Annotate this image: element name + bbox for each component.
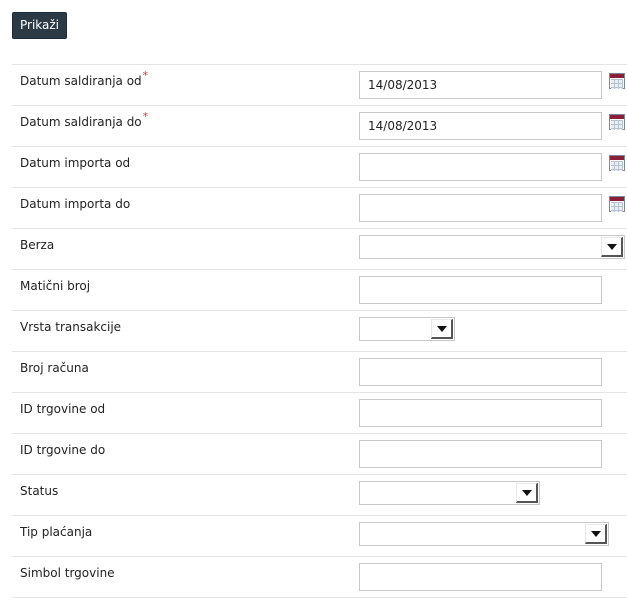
form-row-datum-saldiranja-do: Datum saldiranja do* 14/08/2013 — [12, 106, 627, 147]
trade-symbol-input[interactable] — [359, 563, 602, 591]
chevron-down-icon[interactable] — [601, 237, 623, 257]
chevron-down-icon[interactable] — [585, 524, 607, 544]
field-label: ID trgovine do — [20, 443, 106, 457]
field-label: Datum saldiranja do* — [20, 110, 149, 129]
field-label: Datum saldiranja od* — [20, 69, 149, 88]
payment-type-select[interactable] — [359, 522, 609, 546]
calendar-icon[interactable] — [609, 114, 625, 130]
import-date-from-input[interactable] — [359, 153, 602, 181]
form-row-datum-importa-do: Datum importa do — [12, 188, 627, 229]
show-button[interactable]: Prikaži — [12, 12, 68, 39]
field-label: Matični broj — [20, 279, 91, 293]
chevron-down-icon[interactable] — [516, 483, 538, 503]
field-label: Broj računa — [20, 361, 89, 375]
field-label: Tip plaćanja — [20, 525, 93, 539]
required-marker: * — [142, 69, 149, 82]
trade-id-to-input[interactable] — [359, 440, 602, 468]
form-row-berza: Berza — [12, 229, 627, 270]
transaction-type-select[interactable] — [359, 317, 455, 341]
field-label: Datum importa do — [20, 197, 131, 211]
field-label: Simbol trgovine — [20, 566, 115, 580]
form-row-datum-importa-od: Datum importa od — [12, 147, 627, 188]
calendar-icon[interactable] — [609, 73, 625, 89]
trade-id-from-input[interactable] — [359, 399, 602, 427]
form-row-id-trgovine-do: ID trgovine do — [12, 434, 627, 475]
field-label: Datum importa od — [20, 156, 131, 170]
field-label: Vrsta transakcije — [20, 320, 122, 334]
form-row-simbol-trgovine: Simbol trgovine — [12, 557, 627, 598]
filter-form: Datum saldiranja od* 14/08/2013 Datum sa… — [12, 64, 627, 598]
field-label: Status — [20, 484, 59, 498]
form-row-vrsta-transakcije: Vrsta transakcije — [12, 311, 627, 352]
form-row-id-trgovine-od: ID trgovine od — [12, 393, 627, 434]
account-number-input[interactable] — [359, 358, 602, 386]
status-select[interactable] — [359, 481, 540, 505]
registration-number-input[interactable] — [359, 276, 602, 304]
exchange-select[interactable] — [359, 235, 625, 259]
form-row-status: Status — [12, 475, 627, 516]
calendar-icon[interactable] — [609, 155, 625, 171]
required-marker: * — [142, 110, 149, 123]
form-row-datum-saldiranja-od: Datum saldiranja od* 14/08/2013 — [12, 65, 627, 106]
import-date-to-input[interactable] — [359, 194, 602, 222]
form-row-tip-placanja: Tip plaćanja — [12, 516, 627, 557]
form-row-broj-racuna: Broj računa — [12, 352, 627, 393]
chevron-down-icon[interactable] — [431, 319, 453, 339]
field-label: Berza — [20, 238, 55, 252]
form-row-maticni-broj: Matični broj — [12, 270, 627, 311]
settlement-date-to-input[interactable]: 14/08/2013 — [359, 112, 602, 140]
field-label: ID trgovine od — [20, 402, 106, 416]
calendar-icon[interactable] — [609, 196, 625, 212]
settlement-date-from-input[interactable]: 14/08/2013 — [359, 71, 602, 99]
